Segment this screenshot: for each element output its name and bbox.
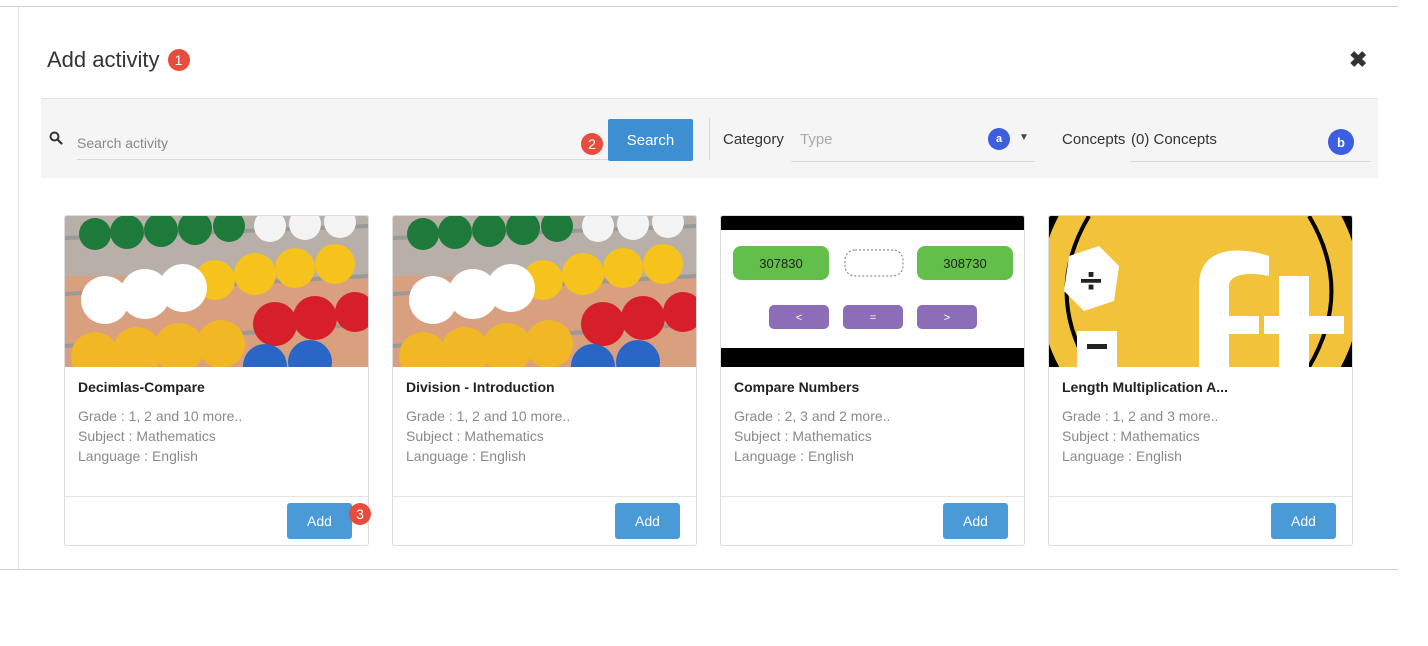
activity-card: Division - Introduction Grade : 1, 2 and… — [392, 215, 697, 546]
card-grade: Grade : 1, 2 and 3 more.. — [1062, 408, 1219, 424]
card-language: Language : English — [78, 448, 198, 464]
activity-card: ÷ Length Multiplication A... Grade : 1, … — [1048, 215, 1353, 546]
step-badge-1: 1 — [167, 49, 190, 71]
activity-card: Decimlas-Compare Grade : 1, 2 and 10 mor… — [64, 215, 369, 546]
card-language: Language : English — [406, 448, 526, 464]
card-footer-divider — [1049, 496, 1352, 497]
card-grade: Grade : 1, 2 and 10 more.. — [78, 408, 243, 424]
modal-left-border — [18, 7, 19, 569]
equal-text: = — [870, 312, 876, 324]
add-button[interactable]: Add — [615, 503, 680, 539]
category-label: Category — [723, 131, 784, 148]
card-grade: Grade : 1, 2 and 10 more.. — [406, 408, 571, 424]
card-subject: Subject : Mathematics — [734, 428, 872, 444]
card-language: Language : English — [734, 448, 854, 464]
card-title[interactable]: Compare Numbers — [734, 379, 859, 395]
step-badge-2: 2 — [581, 133, 603, 155]
activity-card: 307830 308730 < = > Compare Numbers Grad… — [720, 215, 1025, 546]
add-button[interactable]: Add — [943, 503, 1008, 539]
search-input[interactable] — [77, 126, 609, 160]
activity-thumbnail-abacus — [393, 216, 696, 367]
step-badge-3: 3 — [349, 503, 371, 525]
add-activity-modal: Add activity 1 ✖ 2 Search Category Type … — [0, 0, 1428, 646]
concepts-value: (0) Concepts — [1131, 131, 1217, 148]
modal-top-border — [0, 6, 1398, 7]
card-subject: Subject : Mathematics — [1062, 428, 1200, 444]
category-placeholder: Type — [800, 131, 833, 148]
card-footer-divider — [721, 496, 1024, 497]
add-button[interactable]: Add — [1271, 503, 1336, 539]
concepts-label: Concepts — [1062, 131, 1126, 148]
card-title[interactable]: Length Multiplication A... — [1062, 379, 1228, 395]
concepts-select[interactable]: (0) Concepts b — [1131, 124, 1371, 162]
close-icon[interactable]: ✖ — [1349, 49, 1367, 71]
right-number-text: 308730 — [943, 256, 986, 271]
card-subject: Subject : Mathematics — [78, 428, 216, 444]
category-select[interactable]: Type a ▼ — [791, 124, 1035, 162]
search-icon — [49, 131, 63, 145]
add-button[interactable]: Add — [287, 503, 352, 539]
activity-thumbnail-math-logo: ÷ — [1049, 216, 1352, 367]
activity-thumbnail-abacus — [65, 216, 368, 367]
card-grade: Grade : 2, 3 and 2 more.. — [734, 408, 891, 424]
modal-bottom-border — [0, 569, 1398, 570]
activity-thumbnail-compare-numbers: 307830 308730 < = > — [721, 216, 1024, 367]
card-language: Language : English — [1062, 448, 1182, 464]
modal-header: Add activity 1 — [47, 47, 190, 73]
step-badge-a: a — [988, 128, 1010, 150]
search-toolbar: 2 Search Category Type a ▼ Concepts (0) … — [41, 98, 1378, 178]
step-badge-b: b — [1328, 129, 1354, 155]
search-button[interactable]: Search — [608, 119, 693, 161]
greater-than-text: > — [944, 312, 950, 324]
card-subject: Subject : Mathematics — [406, 428, 544, 444]
modal-title: Add activity — [47, 47, 160, 72]
caret-down-icon: ▼ — [1019, 132, 1029, 143]
card-footer-divider — [65, 496, 368, 497]
card-title[interactable]: Division - Introduction — [406, 379, 555, 395]
card-title[interactable]: Decimlas-Compare — [78, 379, 205, 395]
divide-icon: ÷ — [1078, 261, 1105, 299]
toolbar-divider — [709, 118, 710, 160]
less-than-text: < — [796, 312, 802, 324]
card-footer-divider — [393, 496, 696, 497]
left-number-text: 307830 — [759, 256, 802, 271]
